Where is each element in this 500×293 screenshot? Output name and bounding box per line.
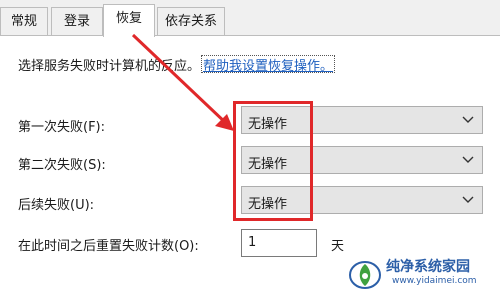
reset-label: 在此时间之后重置失败计数(O): <box>18 239 199 254</box>
watermark: 纯净系统家园 www.yidaimei.com <box>348 256 498 292</box>
first-failure-value: 无操作 <box>248 117 288 132</box>
reset-days-value: 1 <box>248 235 257 250</box>
reset-unit-label: 天 <box>331 239 345 254</box>
watermark-url: www.yidaimei.com <box>392 276 477 286</box>
first-failure-select[interactable]: 无操作 <box>241 106 483 134</box>
help-link[interactable]: 帮助我设置恢复操作。 <box>203 55 333 74</box>
watermark-logo-icon <box>349 261 381 289</box>
tab-strip: 常规 登录 恢复 依存关系 <box>0 0 500 37</box>
second-failure-label: 第二次失败(S): <box>18 158 106 173</box>
subsequent-failure-label: 后续失败(U): <box>18 198 95 213</box>
watermark-title: 纯净系统家园 <box>386 259 470 275</box>
chevron-down-icon <box>462 116 474 123</box>
first-failure-label: 第一次失败(F): <box>18 120 106 135</box>
chevron-down-icon <box>462 156 474 163</box>
chevron-down-icon <box>462 196 474 203</box>
tab-logon[interactable]: 登录 <box>51 7 103 35</box>
second-failure-select[interactable]: 无操作 <box>241 146 483 174</box>
subsequent-failure-select[interactable]: 无操作 <box>241 186 483 214</box>
second-failure-value: 无操作 <box>248 157 288 172</box>
tab-general[interactable]: 常规 <box>0 7 48 35</box>
subsequent-failure-value: 无操作 <box>248 197 288 212</box>
tab-recovery[interactable]: 恢复 <box>103 4 155 37</box>
description-text: 选择服务失败时计算机的反应。 <box>18 59 201 74</box>
tab-dependencies[interactable]: 依存关系 <box>157 7 225 35</box>
reset-days-input[interactable]: 1 <box>241 229 317 257</box>
